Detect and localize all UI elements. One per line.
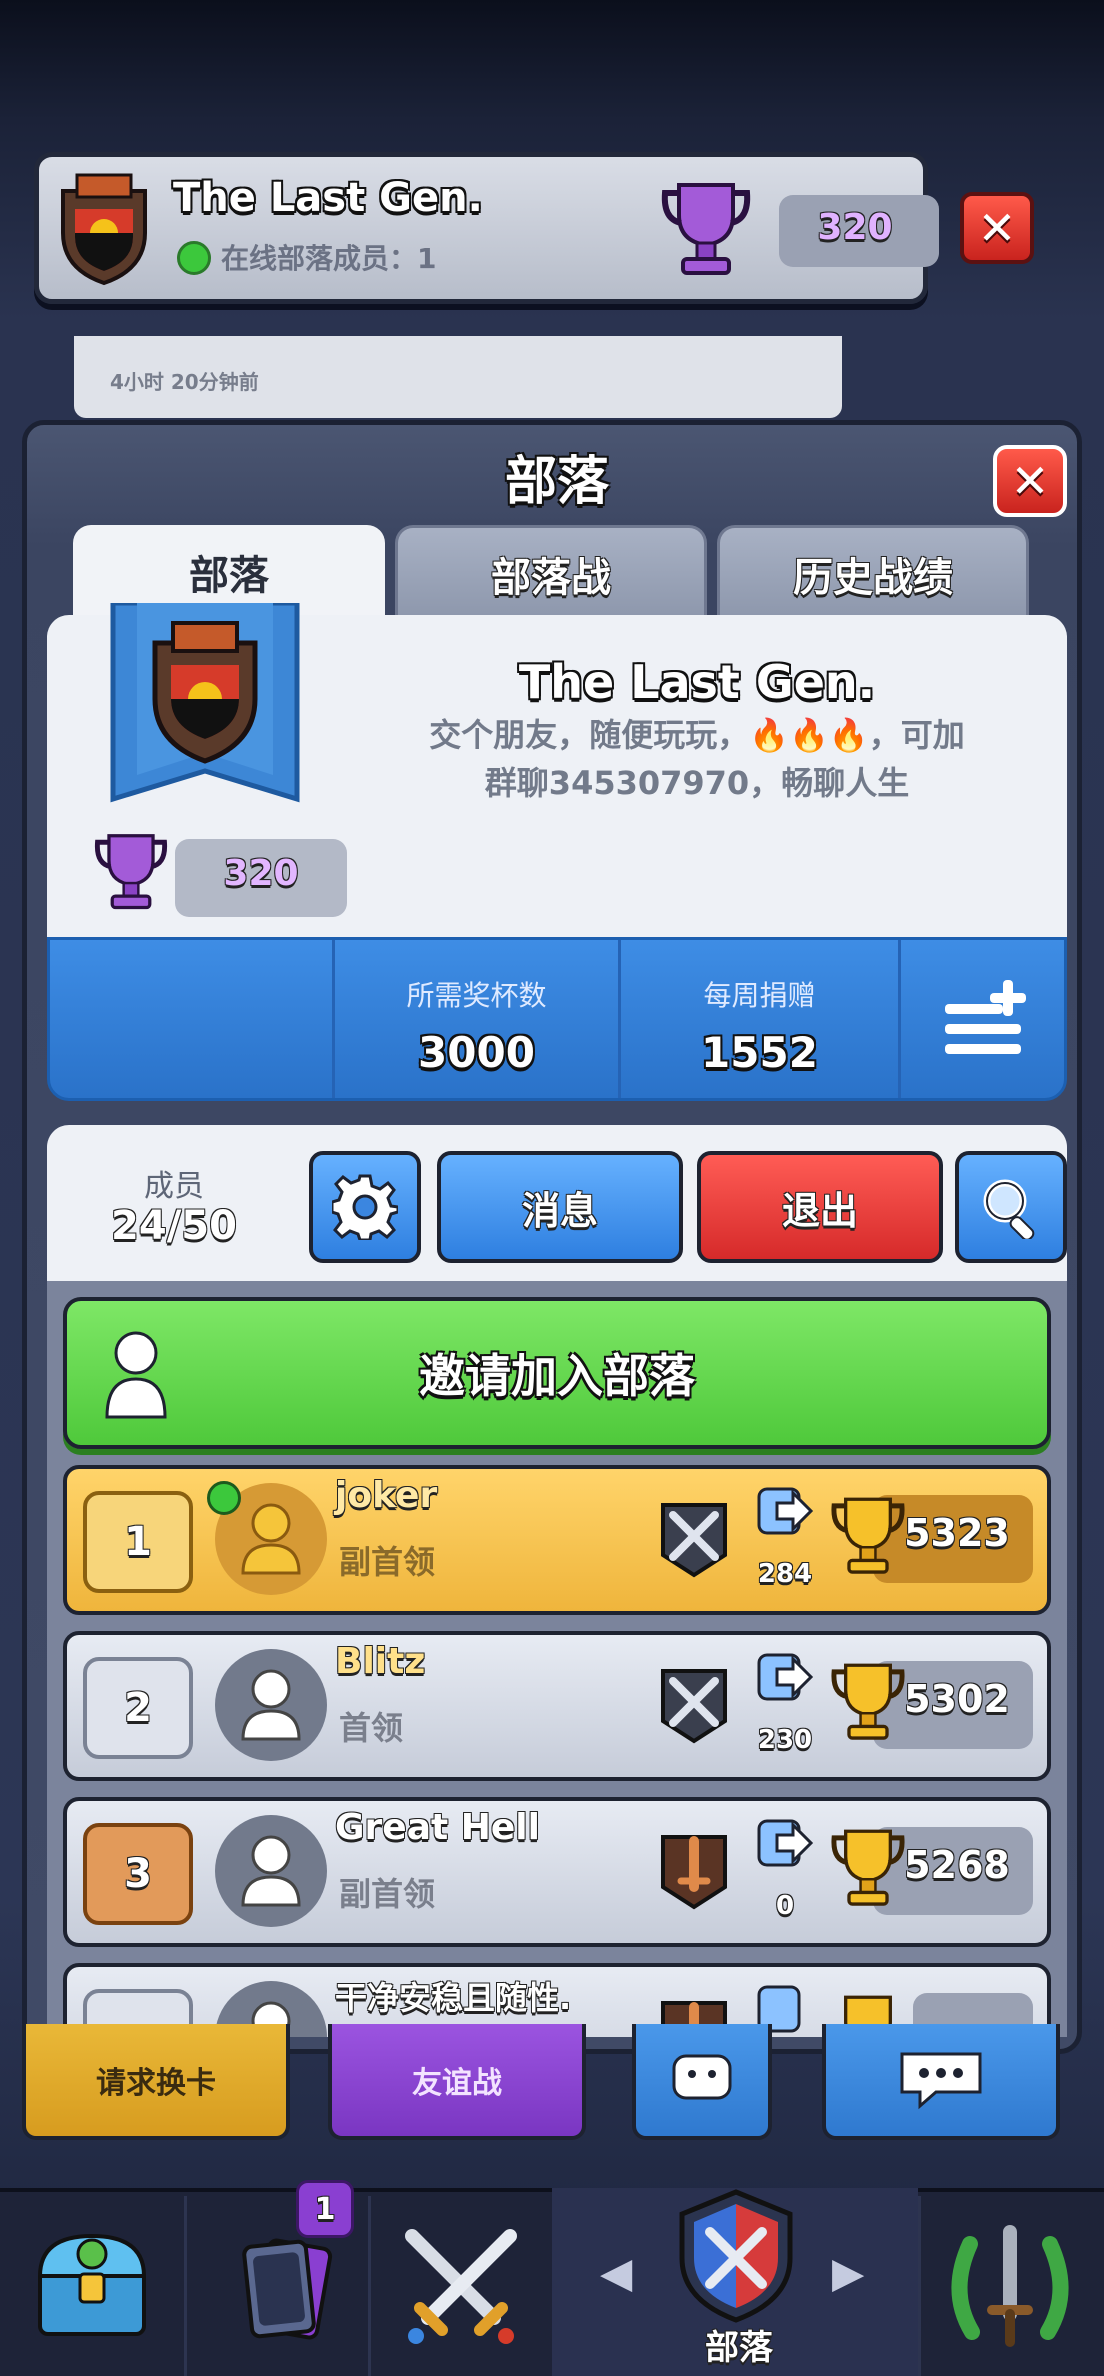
clan-name: The Last Gen. bbox=[518, 655, 876, 709]
members-control-bar: 成员 24/50 消息 退出 bbox=[47, 1125, 1067, 1281]
nav-right-arrow-icon: ▶ bbox=[832, 2248, 865, 2297]
clan-badge-icon bbox=[61, 173, 147, 286]
weekly-donations-stat: 每周捐赠 1552 bbox=[618, 940, 898, 1098]
member-name: Great Hell bbox=[335, 1807, 540, 1848]
purple-trophy-icon bbox=[94, 834, 168, 910]
clan-info-card: 320 The Last Gen. 交个朋友，随便玩玩，🔥🔥🔥，可加 群聊345… bbox=[47, 603, 1067, 937]
rank-badge: 2 bbox=[83, 1657, 193, 1759]
nav-left-arrow-icon: ◀ bbox=[600, 2248, 633, 2297]
close-panel-button[interactable]: ✕ bbox=[993, 445, 1067, 517]
sword-arena-icon bbox=[661, 1835, 727, 1910]
search-icon bbox=[983, 1179, 1035, 1239]
nav-tab-shop[interactable] bbox=[0, 2196, 184, 2376]
nav-active-label: 部落 bbox=[705, 2328, 773, 2368]
tab-clan-war[interactable]: 部落战 bbox=[395, 525, 707, 619]
donation-icon bbox=[757, 1487, 814, 1535]
cards-icon bbox=[242, 2238, 333, 2340]
required-trophies-value: 3000 bbox=[418, 1028, 535, 1077]
clan-trophy-count: 320 bbox=[223, 853, 299, 894]
search-button[interactable] bbox=[955, 1151, 1067, 1263]
clan-description-line-1: 交个朋友，随便玩玩，🔥🔥🔥，可加 bbox=[429, 716, 965, 754]
crossed-swords-arena-icon bbox=[661, 1503, 727, 1578]
emote-button[interactable] bbox=[632, 2024, 772, 2140]
members-label: 成员 bbox=[144, 1169, 204, 1204]
member-row[interactable]: 1 joker 副首领 284 5323 bbox=[63, 1465, 1051, 1615]
clan-description: 交个朋友，随便玩玩，🔥🔥🔥，可加 群聊345307970，畅聊人生 bbox=[347, 711, 1047, 807]
request-cards-label: 请求换卡 bbox=[96, 2066, 216, 2101]
friendly-battle-label: 友谊战 bbox=[412, 2066, 502, 2101]
chest-icon bbox=[37, 2233, 147, 2336]
leave-clan-button[interactable]: 退出 bbox=[697, 1151, 943, 1263]
invite-to-clan-button[interactable]: 邀请加入部落 bbox=[63, 1297, 1051, 1449]
online-members-text: 在线部落成员：1 bbox=[221, 242, 437, 275]
clan-shield-icon bbox=[679, 2189, 793, 2323]
nav-tab-events[interactable] bbox=[918, 2196, 1104, 2376]
close-icon: ✕ bbox=[977, 201, 1017, 255]
chat-card-time: 4小时 20分钟前 bbox=[110, 370, 259, 394]
avatar bbox=[215, 1815, 327, 1927]
list-add-icon bbox=[945, 980, 1026, 1054]
laurel-sword-icon bbox=[951, 2225, 1069, 2347]
rank-badge: 3 bbox=[83, 1823, 193, 1925]
member-donations: 230 bbox=[757, 1725, 813, 1755]
online-dot-icon bbox=[207, 1481, 241, 1515]
emote-face-icon bbox=[672, 2054, 732, 2100]
message-button[interactable]: 消息 bbox=[437, 1151, 683, 1263]
clan-settings-button[interactable] bbox=[309, 1151, 421, 1263]
header-clan-name: The Last Gen. bbox=[173, 175, 483, 221]
cards-notification-badge: 1 bbox=[296, 2180, 354, 2238]
friendly-battle-button[interactable]: 友谊战 bbox=[328, 2024, 586, 2140]
member-name: Blitz bbox=[335, 1641, 426, 1682]
member-role: 首领 bbox=[339, 1709, 404, 1747]
clan-menu-button[interactable] bbox=[898, 940, 1064, 1098]
member-donations: 0 bbox=[775, 1891, 795, 1921]
nav-tab-battle[interactable] bbox=[368, 2196, 552, 2376]
members-count: 24/50 bbox=[111, 1203, 237, 1249]
weekly-donations-label: 每周捐赠 bbox=[703, 979, 816, 1012]
gear-icon bbox=[332, 1174, 398, 1240]
required-trophies-stat: 所需奖杯数 3000 bbox=[332, 940, 618, 1098]
close-header-button[interactable]: ✕ bbox=[960, 192, 1034, 264]
request-cards-button[interactable]: 请求换卡 bbox=[22, 2024, 290, 2140]
member-name: joker bbox=[335, 1475, 438, 1516]
required-trophies-label: 所需奖杯数 bbox=[406, 979, 547, 1012]
member-name: 干净安稳且随性. bbox=[335, 1979, 572, 2017]
close-icon: ✕ bbox=[1010, 454, 1050, 508]
purple-trophy-icon bbox=[661, 183, 751, 275]
member-role: 副首领 bbox=[339, 1875, 436, 1913]
member-row[interactable]: 3 Great Hell 副首领 0 5268 bbox=[63, 1797, 1051, 1947]
chat-button[interactable] bbox=[822, 2024, 1060, 2140]
weekly-donations-value: 1552 bbox=[701, 1028, 818, 1077]
member-trophies: 5302 bbox=[904, 1677, 1010, 1721]
invite-label: 邀请加入部落 bbox=[419, 1349, 695, 1403]
tab-war-history[interactable]: 历史战绩 bbox=[717, 525, 1029, 619]
donation-icon bbox=[757, 1653, 814, 1701]
panel-title: 部落 bbox=[504, 452, 609, 512]
clan-header-bar[interactable]: The Last Gen. 在线部落成员：1 320 bbox=[34, 152, 939, 304]
clan-panel: 部落 ✕ 部落 部落战 历史战绩 320 The Last Gen. 交个朋友，… bbox=[22, 420, 1082, 2054]
member-role: 副首领 bbox=[339, 1543, 436, 1581]
rank-badge: 1 bbox=[83, 1491, 193, 1593]
member-list: 邀请加入部落 1 joker 副首领 284 5323 2 Blitz 首领 2… bbox=[47, 1281, 1067, 2037]
crossed-swords-icon bbox=[405, 2229, 517, 2344]
chat-bubble-icon bbox=[900, 2052, 982, 2110]
member-row[interactable]: 2 Blitz 首领 230 5302 bbox=[63, 1631, 1051, 1781]
clan-banner-icon bbox=[110, 603, 300, 803]
member-trophies: 5323 bbox=[904, 1511, 1010, 1555]
clan-description-line-2: 群聊345307970，畅聊人生 bbox=[484, 764, 910, 802]
header-trophy-count: 320 bbox=[817, 207, 893, 248]
member-donations: 284 bbox=[757, 1559, 813, 1589]
avatar bbox=[215, 1649, 327, 1761]
clan-stats-strip: 所需奖杯数 3000 每周捐赠 1552 bbox=[47, 937, 1067, 1101]
crossed-swords-arena-icon bbox=[661, 1669, 727, 1744]
donation-icon bbox=[757, 1819, 814, 1867]
online-dot-icon bbox=[177, 241, 211, 275]
background-chat-card: 4小时 20分钟前 bbox=[74, 336, 842, 418]
member-trophies: 5268 bbox=[904, 1843, 1010, 1887]
